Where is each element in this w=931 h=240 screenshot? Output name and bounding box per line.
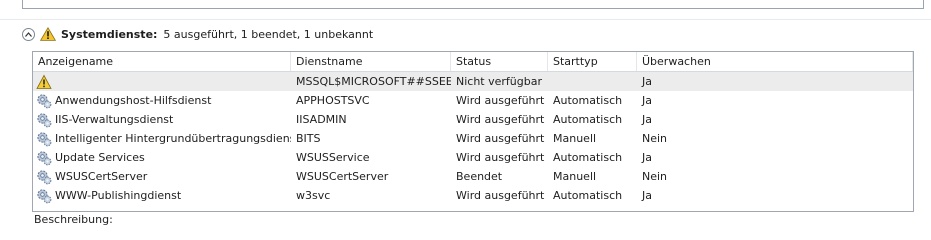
start-type-cell: Automatisch [553,151,623,164]
display-name-cell [33,72,291,91]
status-cell: Nicht verfügbar [456,75,542,88]
status-cell: Wird ausgeführt [456,132,545,145]
monitor-cell: Ja [642,151,652,164]
service-gear-icon [37,169,52,184]
warning-icon [40,27,56,41]
table-header: Anzeigename Dienstname Status Starttyp Ü… [33,52,913,72]
table-row[interactable]: WSUSCertServer WSUSCertServer Beendet Ma… [33,167,913,186]
column-header-start-type[interactable]: Starttyp [548,52,637,71]
display-name-cell: WWW-Publishingdienst [33,186,291,205]
table-row[interactable]: MSSQL$MICROSOFT##SSEE Nicht verfügbar Ja [33,72,913,91]
services-table[interactable]: Anzeigename Dienstname Status Starttyp Ü… [32,51,914,212]
status-cell: Wird ausgeführt [456,151,545,164]
collapse-button[interactable] [22,27,35,41]
service-name-cell: WSUSCertServer [296,170,389,183]
monitor-cell: Ja [642,189,652,202]
description-label: Beschreibung: [34,213,113,226]
table-row[interactable]: Anwendungshost-Hilfsdienst APPHOSTSVC Wi… [33,91,913,110]
upper-panel-frame [22,0,924,9]
service-gear-icon [37,150,52,165]
monitor-cell: Nein [642,132,668,145]
start-type-cell: Manuell [553,132,597,145]
start-type-cell: Automatisch [553,189,623,202]
start-type-cell: Automatisch [553,113,623,126]
table-row[interactable]: Update Services WSUSService Wird ausgefü… [33,148,913,167]
section-summary: 5 ausgeführt, 1 beendet, 1 unbekannt [163,27,374,41]
table-row[interactable]: WWW-Publishingdienst w3svc Wird ausgefüh… [33,186,913,205]
start-type-cell: Automatisch [553,94,623,107]
table-row[interactable]: Intelligenter Hintergrundübertragungsdie… [33,129,913,148]
service-name-cell: BITS [296,132,321,145]
display-name-cell: Anwendungshost-Hilfsdienst [33,91,291,110]
start-type-cell [548,72,637,91]
service-gear-icon [37,131,52,146]
column-header-display-name[interactable]: Anzeigename [33,52,291,71]
service-name-cell: WSUSService [296,151,370,164]
section-divider [0,19,931,20]
chevron-up-icon [25,31,32,37]
monitor-cell: Ja [642,94,652,107]
service-gear-icon [37,188,52,203]
status-cell: Wird ausgeführt [456,189,545,202]
monitor-cell: Nein [642,170,668,183]
display-name-cell: WSUSCertServer [33,167,291,186]
column-header-status[interactable]: Status [451,52,548,71]
service-name-cell: IISADMIN [296,113,347,126]
section-title: Systemdienste: [61,27,158,41]
system-services-header: Systemdienste: 5 ausgeführt, 1 beendet, … [22,25,373,43]
service-gear-icon [37,93,52,108]
warning-icon [36,74,52,89]
status-cell: Wird ausgeführt [456,94,545,107]
column-header-monitor[interactable]: Überwachen [637,52,913,71]
display-name-cell: Intelligenter Hintergrundübertragungsdie… [33,129,291,148]
display-name-cell: IIS-Verwaltungsdienst [33,110,291,129]
column-header-service-name[interactable]: Dienstname [291,52,451,71]
table-row[interactable]: IIS-Verwaltungsdienst IISADMIN Wird ausg… [33,110,913,129]
service-name-cell: MSSQL$MICROSOFT##SSEE [296,75,451,88]
service-name-cell: w3svc [296,189,331,202]
start-type-cell: Manuell [553,170,597,183]
status-cell: Beendet [456,170,503,183]
monitor-cell: Ja [642,113,652,126]
service-gear-icon [37,112,52,127]
status-cell: Wird ausgeführt [456,113,545,126]
display-name-cell: Update Services [33,148,291,167]
service-name-cell: APPHOSTSVC [296,94,370,107]
monitor-cell: Ja [642,75,652,88]
